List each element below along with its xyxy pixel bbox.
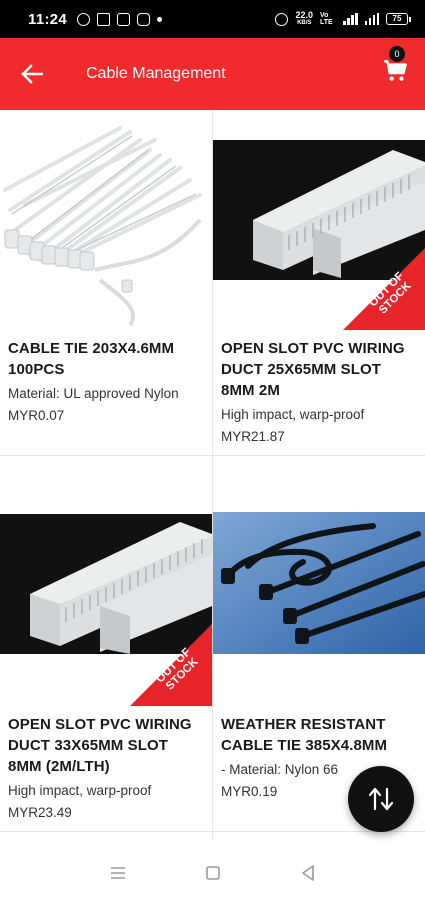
product-price: MYR0.07: [8, 408, 65, 423]
product-image[interactable]: OUT OF STOCK: [0, 456, 212, 706]
net-speed-unit: KB/S: [297, 20, 312, 26]
back-button[interactable]: [0, 38, 64, 110]
product-image[interactable]: OUT OF STOCK: [213, 110, 425, 330]
recents-icon: [110, 867, 125, 879]
cable-ties-image: [0, 110, 212, 330]
status-bar: 11:24 22.0 KB/S Vo LTE 75: [0, 0, 425, 38]
grid-divider: [0, 831, 425, 832]
chat-icon: [117, 12, 131, 26]
product-price: MYR23.49: [8, 805, 72, 820]
product-card[interactable]: OUT OF STOCK OPEN SLOT PVC WIRING DUCT 33…: [0, 456, 212, 831]
product-image[interactable]: [213, 456, 425, 706]
nav-back-icon: [301, 865, 314, 881]
product-card[interactable]: CABLE TIE 203X4.6MM 100PCS Material: UL …: [0, 110, 212, 455]
cart-count-badge: 0: [389, 46, 405, 62]
home-button[interactable]: [193, 853, 233, 893]
net-speed: 22.0 KB/S: [295, 11, 313, 27]
more-notifications-icon: [157, 16, 163, 22]
system-nav-bar: [0, 846, 425, 900]
nav-back-button[interactable]: [288, 853, 328, 893]
net-speed-value: 22.0: [295, 10, 313, 20]
arrow-left-icon: [21, 64, 43, 84]
status-time: 11:24: [28, 10, 68, 28]
sort-button[interactable]: [348, 766, 414, 832]
recents-button[interactable]: [98, 853, 138, 893]
sort-icon: [368, 787, 394, 811]
app-bar: Cable Management 0: [0, 38, 425, 110]
product-name[interactable]: CABLE TIE 203X4.6MM 100PCS: [0, 330, 212, 380]
instagram-icon: [137, 12, 151, 26]
out-of-stock-badge: OUT OF STOCK: [343, 248, 425, 330]
telegram-icon: [97, 12, 111, 26]
product-name[interactable]: OPEN SLOT PVC WIRING DUCT 25X65MM SLOT 8…: [213, 330, 425, 401]
battery-icon: 75: [386, 13, 411, 25]
product-name[interactable]: WEATHER RESISTANT CABLE TIE 385X4.8MM: [213, 706, 425, 756]
product-grid: CABLE TIE 203X4.6MM 100PCS Material: UL …: [0, 110, 425, 840]
network-type: Vo LTE: [320, 12, 333, 26]
whatsapp-icon: [77, 12, 91, 26]
battery-level: 75: [386, 13, 408, 25]
product-name[interactable]: OPEN SLOT PVC WIRING DUCT 33X65MM SLOT 8…: [0, 706, 212, 777]
alarm-icon: [275, 12, 289, 26]
notification-icons: [77, 12, 163, 26]
signal-icon-2: [364, 13, 379, 25]
status-right: 22.0 KB/S Vo LTE 75: [275, 11, 411, 27]
product-description: High impact, warp-proof: [221, 407, 365, 422]
black-cable-ties-image: [213, 456, 425, 706]
home-icon: [205, 866, 220, 880]
cart-button[interactable]: 0: [383, 46, 413, 84]
product-description: High impact, warp-proof: [8, 783, 152, 798]
product-image[interactable]: [0, 110, 212, 330]
product-description: Material: UL approved Nylon: [8, 386, 179, 401]
product-price: MYR21.87: [221, 429, 285, 444]
page-title: Cable Management: [86, 65, 226, 82]
signal-icon: [343, 13, 358, 25]
out-of-stock-badge: OUT OF STOCK: [130, 624, 212, 706]
product-card[interactable]: OUT OF STOCK OPEN SLOT PVC WIRING DUCT 25…: [213, 110, 425, 455]
